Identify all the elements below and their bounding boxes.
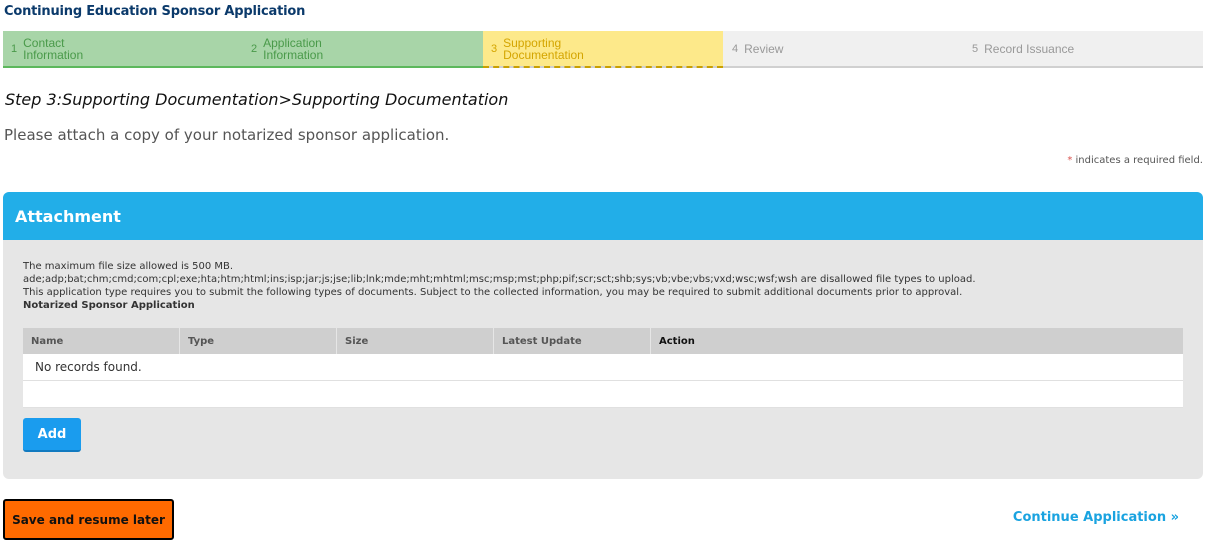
attachment-info: The maximum file size allowed is 500 MB.…	[3, 240, 1203, 312]
step-review: 4 Review	[723, 31, 963, 66]
max-file-size-text: The maximum file size allowed is 500 MB.	[23, 261, 234, 272]
column-latest-update[interactable]: Latest Update	[494, 328, 651, 354]
required-field-note: * indicates a required field.	[1067, 155, 1203, 166]
step-label: Contact Information	[23, 35, 84, 62]
required-note-text: indicates a required field.	[1075, 155, 1203, 166]
column-action: Action	[659, 335, 695, 347]
step-label: Supporting Documentation	[503, 35, 584, 62]
column-size[interactable]: Size	[337, 328, 494, 354]
step-number: 3	[491, 42, 498, 55]
step-number: 2	[251, 42, 258, 55]
step-record-issuance: 5 Record Issuance	[963, 31, 1203, 66]
step-label: Application Information	[263, 35, 324, 62]
empty-message: No records found.	[35, 360, 142, 374]
step-number: 5	[972, 42, 979, 55]
step-label: Record Issuance	[984, 41, 1075, 56]
column-type[interactable]: Type	[180, 328, 337, 354]
required-document-type: Notarized Sponsor Application	[23, 300, 195, 311]
column-name[interactable]: Name	[23, 328, 180, 354]
requirement-text: This application type requires you to su…	[23, 287, 963, 298]
add-attachment-button[interactable]: Add	[23, 418, 81, 452]
step-progress-bar: 1 Contact Information 2 Application Info…	[3, 31, 1203, 68]
attachment-panel: Attachment The maximum file size allowed…	[3, 192, 1203, 479]
step-supporting-documentation[interactable]: 3 Supporting Documentation	[483, 31, 723, 68]
continue-application-link[interactable]: Continue Application »	[1013, 510, 1179, 525]
step-application-information[interactable]: 2 Application Information	[243, 31, 483, 68]
step-label: Review	[744, 41, 784, 56]
step-number: 1	[11, 42, 18, 55]
attachment-panel-title: Attachment	[3, 192, 1203, 240]
table-row: No records found.	[23, 354, 1183, 381]
app-title: Continuing Education Sponsor Application	[4, 4, 306, 19]
disallowed-types-text: ade;adp;bat;chm;cmd;com;cpl;exe;hta;htm;…	[23, 274, 976, 285]
table-header: Name Type Size Latest Update Action	[23, 328, 1183, 354]
step-contact-information[interactable]: 1 Contact Information	[3, 31, 243, 68]
attachment-table: Name Type Size Latest Update Action No r…	[23, 328, 1183, 408]
page-title: Step 3:Supporting Documentation>Supporti…	[5, 90, 509, 109]
instructions-text: Please attach a copy of your notarized s…	[4, 126, 450, 144]
save-and-resume-button[interactable]: Save and resume later	[3, 499, 174, 540]
table-row	[23, 381, 1183, 408]
step-number: 4	[732, 42, 739, 55]
required-star: *	[1067, 155, 1073, 166]
